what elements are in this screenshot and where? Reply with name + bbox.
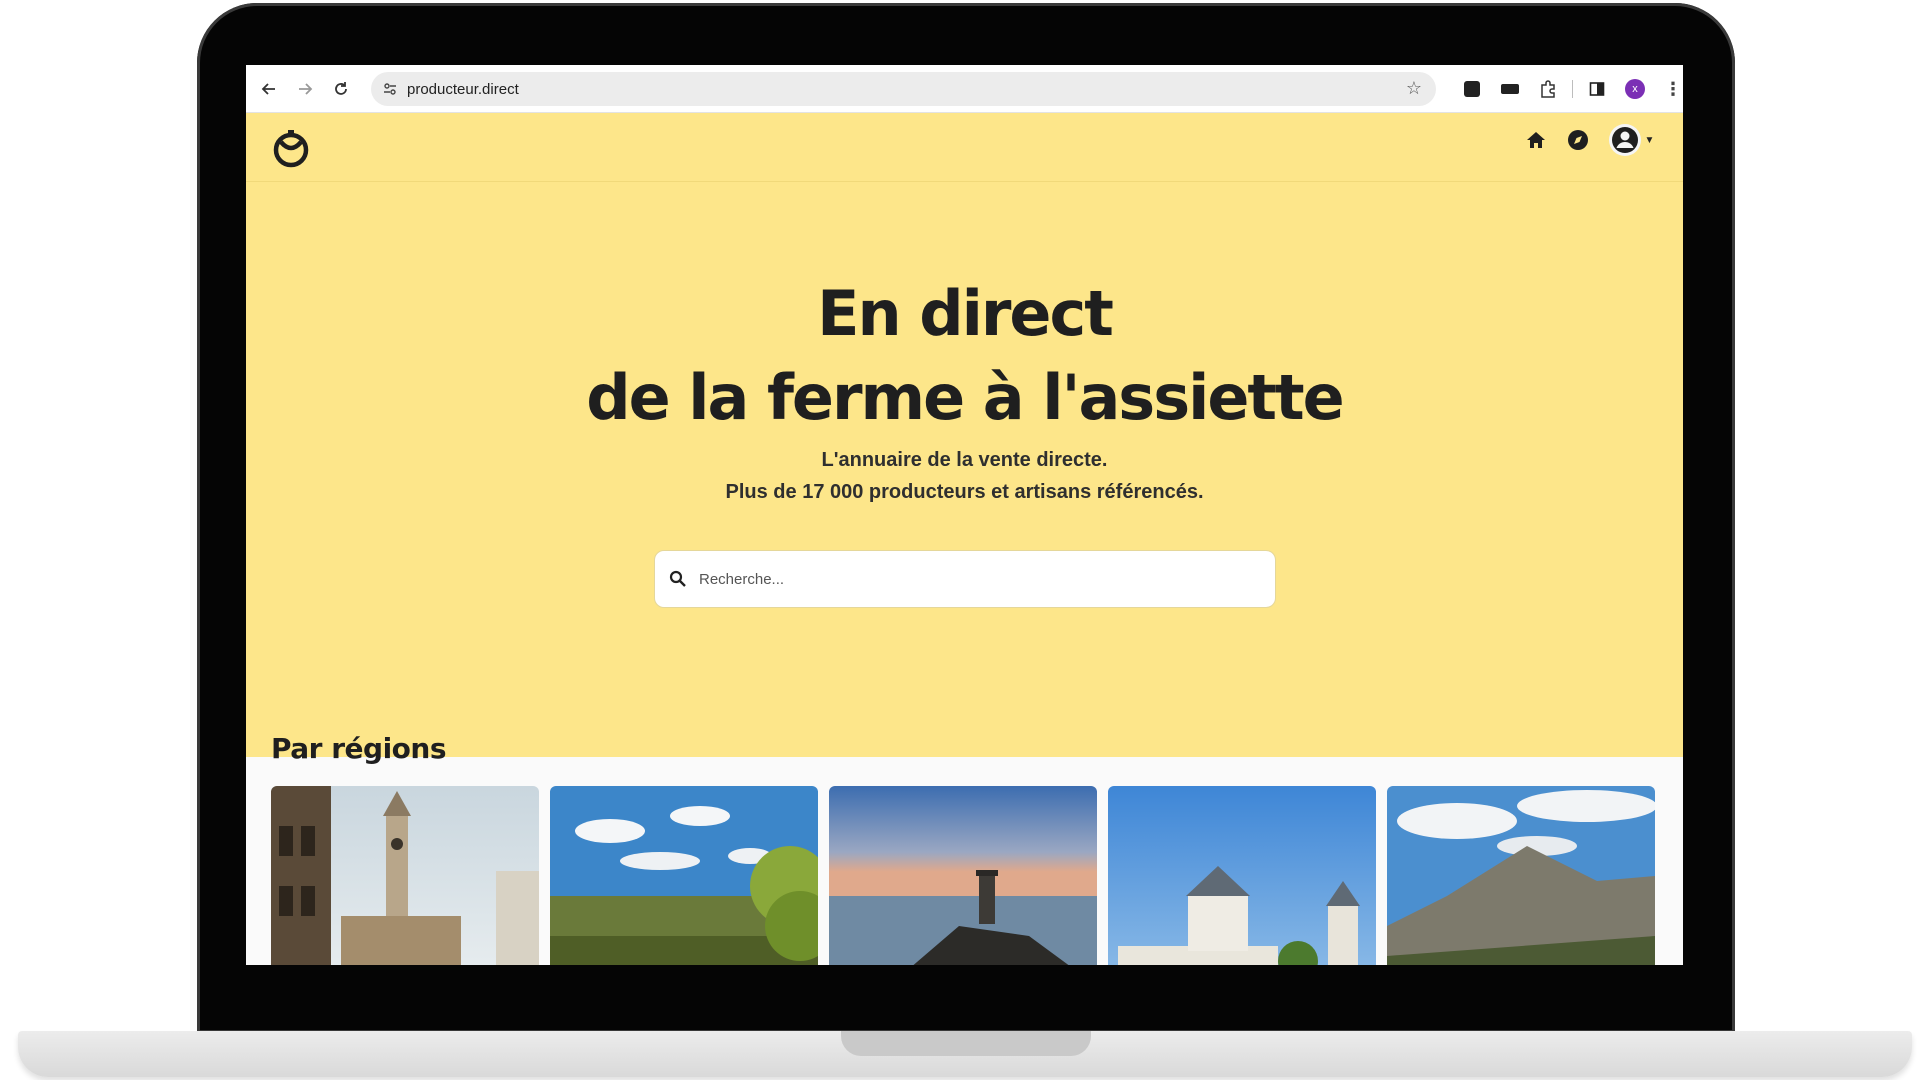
puzzle-icon [1541, 80, 1555, 98]
region-card-mountain[interactable] [1387, 786, 1655, 965]
browser-toolbar: producteur.direct ☆ x ⋮ [246, 65, 1683, 113]
hero-title-line2: de la ferme à l'assiette [586, 361, 1344, 434]
profile-button[interactable]: x [1621, 75, 1649, 103]
reload-icon [335, 81, 347, 95]
regions-heading: Par régions [271, 732, 447, 765]
region-card-lighthouse[interactable] [829, 786, 1097, 965]
valley-landscape-photo [550, 786, 818, 965]
side-panel-icon [1589, 82, 1605, 96]
extensions-area: x ⋮ [1458, 74, 1683, 104]
compass-icon [1568, 130, 1588, 150]
site-header: ▼ [246, 113, 1683, 182]
site-logo[interactable] [271, 128, 311, 168]
back-button[interactable] [254, 74, 284, 104]
region-card-chateau[interactable] [1108, 786, 1376, 965]
hero-section: En direct de la ferme à l'assiette L'ann… [246, 182, 1683, 757]
hero-subtitle-line1: L'annuaire de la vente directe. [821, 449, 1108, 471]
extension-icon [1501, 84, 1519, 94]
mountain-photo [1387, 786, 1655, 965]
logo-icon [273, 130, 309, 168]
chateau-photo [1108, 786, 1376, 965]
hero-title-line1: En direct [817, 277, 1114, 350]
belfry-tower-photo [271, 786, 539, 965]
laptop-notch [841, 1031, 1091, 1056]
home-icon [1527, 132, 1545, 148]
browser-menu-button[interactable]: ⋮ [1659, 75, 1683, 103]
arrow-left-icon [261, 82, 275, 95]
more-vertical-icon: ⋮ [1664, 78, 1682, 99]
hero-title: En direct de la ferme à l'assiette [246, 272, 1683, 440]
reload-button[interactable] [326, 74, 356, 104]
forward-button[interactable] [290, 74, 320, 104]
region-card-belfry[interactable] [271, 786, 539, 965]
region-cards [271, 786, 1666, 965]
extension-button[interactable] [1458, 75, 1486, 103]
extension-button[interactable] [1496, 75, 1524, 103]
tune-icon[interactable] [383, 82, 397, 96]
url-text[interactable]: producteur.direct [407, 81, 519, 98]
extension-icon [1464, 81, 1480, 97]
lighthouse-sea-photo [829, 786, 1097, 965]
profile-avatar: x [1625, 79, 1645, 99]
screen: producteur.direct ☆ x ⋮ ▼ En direct de l… [246, 65, 1683, 965]
extensions-menu-button[interactable] [1534, 75, 1562, 103]
user-circle-icon [1608, 124, 1641, 156]
header-nav: ▼ [1507, 124, 1655, 156]
home-button[interactable] [1523, 127, 1549, 153]
search-icon [669, 570, 686, 587]
hero-subtitle: L'annuaire de la vente directe. Plus de … [246, 444, 1683, 508]
search-bar[interactable] [654, 550, 1276, 608]
hero-subtitle-line2: Plus de 17 000 producteurs et artisans r… [725, 481, 1204, 503]
account-menu-button[interactable]: ▼ [1607, 124, 1655, 156]
side-panel-button[interactable] [1583, 75, 1611, 103]
arrow-right-icon [299, 82, 313, 95]
star-icon[interactable]: ☆ [1406, 78, 1422, 99]
search-input[interactable] [697, 569, 1241, 589]
chevron-down-icon: ▼ [1644, 134, 1655, 146]
explore-button[interactable] [1565, 127, 1591, 153]
toolbar-divider [1572, 80, 1573, 98]
region-card-valley[interactable] [550, 786, 818, 965]
address-bar[interactable]: producteur.direct ☆ [371, 72, 1436, 106]
